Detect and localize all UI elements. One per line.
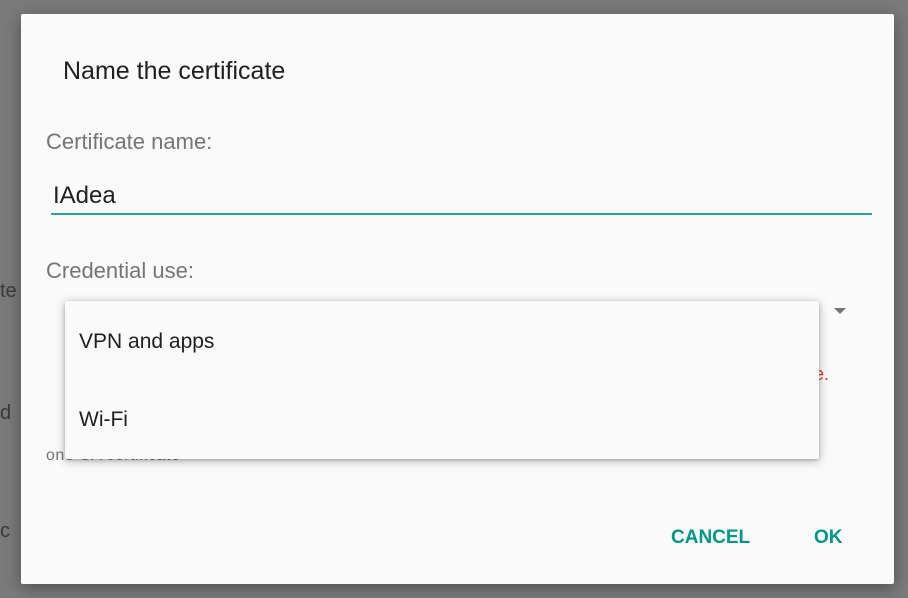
dialog-title: Name the certificate xyxy=(63,57,286,85)
certificate-dialog: Name the certificate Certificate name: C… xyxy=(21,14,894,584)
credential-use-label: Credential use: xyxy=(46,258,194,283)
certificate-name-input[interactable] xyxy=(51,179,872,215)
menu-item-label: VPN and apps xyxy=(79,330,215,353)
menu-item-vpn-and-apps[interactable]: VPN and apps xyxy=(65,303,819,381)
cancel-button[interactable]: CANCEL xyxy=(665,523,756,553)
menu-item-wifi[interactable]: Wi-Fi xyxy=(65,381,819,459)
credential-use-menu: VPN and apps Wi-Fi xyxy=(65,301,819,459)
menu-item-label: Wi-Fi xyxy=(79,408,128,431)
dropdown-arrow-icon[interactable] xyxy=(834,308,846,314)
background-fragment-1: te xyxy=(0,280,17,302)
ok-button[interactable]: OK xyxy=(808,523,849,553)
background-fragment-2: d xyxy=(0,402,12,424)
certificate-name-label: Certificate name: xyxy=(46,129,213,154)
background-fragment-3: c xyxy=(0,520,10,542)
